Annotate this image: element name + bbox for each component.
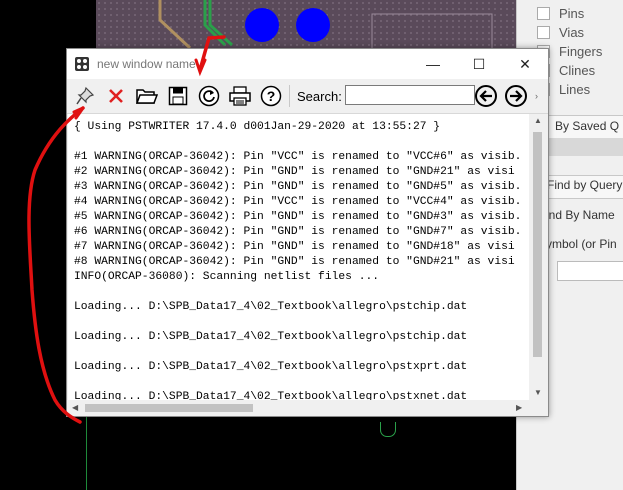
by-saved-query-label: By Saved Q: [555, 119, 620, 133]
title-bar[interactable]: new window name — ☐ ✕: [67, 49, 548, 79]
toolbar: ? Search: ›: [67, 79, 548, 114]
log-line: Loading... D:\SPB_Data17_4\02_Textbook\a…: [74, 331, 468, 343]
minimize-button[interactable]: —: [410, 49, 456, 79]
log-line: Loading... D:\SPB_Data17_4\02_Textbook\a…: [74, 301, 468, 313]
log-text-area[interactable]: { Using PSTWRITER 17.4.0 d001Jan-29-2020…: [68, 114, 529, 400]
pcb-trace: [208, 0, 234, 47]
log-window: new window name — ☐ ✕ ? Search: › {Usin…: [66, 48, 549, 417]
close-icon[interactable]: [104, 84, 128, 108]
log-line: #1 WARNING(ORCAP-36042): Pin "VCC" is re…: [74, 151, 522, 163]
scroll-left-icon[interactable]: ◀: [72, 403, 78, 412]
symbol-label: ymbol (or Pin: [546, 237, 617, 251]
open-folder-icon[interactable]: [135, 84, 159, 108]
log-line: #7 WARNING(ORCAP-36042): Pin "GND" is re…: [74, 241, 515, 253]
window-title: new window name: [97, 57, 196, 71]
toolbar-separator: [289, 85, 290, 107]
search-input[interactable]: [345, 85, 475, 105]
vertical-scrollbar[interactable]: ▲ ▼: [529, 114, 546, 400]
log-line: { Using PSTWRITER 17.4.0 d001Jan-29-2020…: [74, 121, 441, 133]
symbol-input[interactable]: [557, 261, 623, 281]
option-label: Fingers: [559, 43, 603, 59]
log-line: #6 WARNING(ORCAP-36042): Pin "GND" is re…: [74, 226, 522, 238]
pcb-pin-outline: [380, 422, 396, 437]
log-line: #8 WARNING(ORCAP-36042): Pin "GND" is re…: [74, 256, 515, 268]
panel-band: [547, 138, 623, 156]
horizontal-scroll-thumb[interactable]: [85, 404, 253, 412]
log-line: #5 WARNING(ORCAP-36042): Pin "GND" is re…: [74, 211, 522, 223]
pcb-trace: [158, 0, 192, 50]
option-label: Clines: [559, 62, 596, 78]
find-by-name-label: ind By Name: [546, 208, 615, 222]
find-by-query-label: Find by Query: [547, 178, 623, 192]
log-line: Loading... D:\SPB_Data17_4\02_Textbook\a…: [74, 391, 468, 400]
maximize-button[interactable]: ☐: [456, 49, 502, 79]
checkbox[interactable]: [537, 6, 550, 20]
pin-icon[interactable]: [73, 84, 97, 108]
refresh-icon[interactable]: [197, 84, 221, 108]
app-icon: [75, 57, 89, 71]
save-icon[interactable]: [166, 84, 190, 108]
log-line: INFO(ORCAP-36080): Scanning netlist file…: [74, 271, 380, 283]
horizontal-scrollbar[interactable]: ◀ ▶: [68, 400, 546, 415]
vertical-scroll-thumb[interactable]: [533, 132, 542, 357]
log-line: #4 WARNING(ORCAP-36042): Pin "VCC" is re…: [74, 196, 522, 208]
scroll-up-icon[interactable]: ▲: [534, 116, 542, 125]
option-label: Vias: [559, 24, 585, 40]
print-icon[interactable]: [228, 84, 252, 108]
option-pins[interactable]: Pins: [537, 5, 584, 21]
log-line: Loading... D:\SPB_Data17_4\02_Textbook\a…: [74, 361, 468, 373]
help-icon[interactable]: ?: [259, 84, 283, 108]
search-label: Search:: [297, 89, 342, 104]
more-toolbar-icon[interactable]: ›: [535, 91, 538, 101]
option-vias[interactable]: Vias: [537, 24, 584, 40]
pcb-pad[interactable]: [245, 8, 279, 42]
pcb-pad[interactable]: [296, 8, 330, 42]
log-lines: { Using PSTWRITER 17.4.0 d001Jan-29-2020…: [74, 120, 521, 400]
close-window-button[interactable]: ✕: [502, 49, 548, 79]
scroll-right-icon[interactable]: ▶: [516, 403, 522, 412]
scroll-down-icon[interactable]: ▼: [534, 388, 542, 397]
next-arrow-icon[interactable]: [505, 85, 527, 107]
pcb-trace: [86, 405, 87, 490]
log-line: #2 WARNING(ORCAP-36042): Pin "GND" is re…: [74, 166, 515, 178]
previous-arrow-icon[interactable]: [475, 85, 497, 107]
checkbox[interactable]: [537, 25, 550, 39]
log-line: #3 WARNING(ORCAP-36042): Pin "GND" is re…: [74, 181, 522, 193]
pcb-trace: [203, 0, 227, 47]
option-label: Pins: [559, 5, 585, 21]
option-label: Lines: [559, 81, 591, 97]
svg-text:?: ?: [267, 88, 276, 104]
